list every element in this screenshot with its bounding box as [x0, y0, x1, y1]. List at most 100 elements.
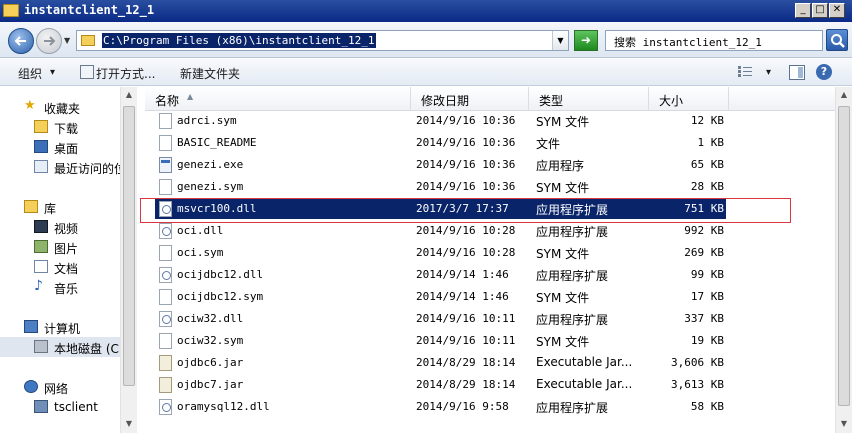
magnifier-icon	[831, 34, 845, 48]
file-name[interactable]: ocijdbc12.sym	[177, 290, 263, 303]
nav-computer[interactable]: 计算机	[0, 317, 120, 337]
close-button[interactable]: ✕	[829, 3, 845, 18]
column-date[interactable]: 修改日期	[411, 87, 529, 111]
preview-pane-icon[interactable]	[789, 65, 805, 80]
nav-pictures[interactable]: 图片	[0, 237, 120, 257]
organize-button[interactable]: 组织	[18, 65, 42, 82]
file-name[interactable]: BASIC_README	[177, 136, 256, 149]
address-path[interactable]: C:\Program Files (x86)\instantclient_12_…	[102, 33, 376, 48]
network-icon	[24, 380, 38, 393]
file-row[interactable]: ocijdbc12.dll 2014/9/14 1:46 应用程序扩展 99 KB	[145, 264, 835, 286]
file-row[interactable]: ocijdbc12.sym 2014/9/14 1:46 SYM 文件 17 KB	[145, 286, 835, 308]
column-size[interactable]: 大小	[649, 87, 729, 111]
file-row[interactable]: ojdbc6.jar 2014/8/29 18:14 Executable Jar.…	[145, 352, 835, 374]
back-button[interactable]	[8, 28, 34, 54]
file-icon	[159, 333, 172, 349]
address-input[interactable]: C:\Program Files (x86)\instantclient_12_…	[76, 30, 569, 51]
scroll-up-icon[interactable]: ▲	[836, 87, 852, 103]
go-button[interactable]: ➜	[574, 30, 598, 51]
column-type[interactable]: 类型	[529, 87, 649, 111]
file-row[interactable]: genezi.exe 2014/9/16 10:36 应用程序 65 KB	[145, 154, 835, 176]
maximize-button[interactable]: □	[812, 3, 828, 18]
help-icon[interactable]: ?	[816, 64, 832, 80]
nav-label: 网络	[44, 382, 69, 396]
file-size: 1 KB	[697, 136, 725, 149]
file-name[interactable]: genezi.sym	[177, 180, 243, 193]
download-folder-icon	[34, 120, 48, 133]
file-size: 3,613 KB	[671, 378, 724, 391]
file-date: 2014/9/14 1:46	[416, 268, 509, 281]
file-name[interactable]: oci.sym	[177, 246, 223, 259]
pane-splitter[interactable]	[137, 87, 145, 433]
scroll-up-icon[interactable]: ▲	[121, 87, 137, 103]
computer-icon	[24, 320, 38, 333]
file-icon	[159, 179, 172, 195]
nav-scroll-thumb[interactable]	[123, 106, 135, 386]
nav-videos[interactable]: 视频	[0, 217, 120, 237]
nav-recent-places[interactable]: 最近访问的位	[0, 157, 120, 177]
file-row[interactable]: ojdbc7.jar 2014/8/29 18:14 Executable Jar.…	[145, 374, 835, 396]
file-name[interactable]: ociw32.dll	[177, 312, 243, 325]
file-list-scrollbar[interactable]: ▲ ▼	[835, 87, 852, 433]
file-row[interactable]: BASIC_README 2014/9/16 10:36 文件 1 KB	[145, 132, 835, 154]
history-dropdown[interactable]: ▼	[64, 36, 70, 45]
search-input[interactable]: 搜索 instantclient_12_1	[605, 30, 823, 51]
file-name[interactable]: ojdbc6.jar	[177, 356, 243, 369]
file-name[interactable]: oramysql12.dll	[177, 400, 270, 413]
column-header: 名称 ▲ 修改日期 类型 大小	[145, 87, 835, 111]
file-date: 2014/8/29 18:14	[416, 356, 516, 369]
title-bar[interactable]: instantclient_12_1 _ □ ✕	[0, 0, 852, 22]
file-name[interactable]: oci.dll	[177, 224, 223, 237]
file-row[interactable]: oci.sym 2014/9/16 10:28 SYM 文件 269 KB	[145, 242, 835, 264]
address-dropdown-button[interactable]: ▼	[552, 31, 568, 50]
file-row[interactable]: adrci.sym 2014/9/16 10:36 SYM 文件 12 KB	[145, 110, 835, 132]
file-name[interactable]: ojdbc7.jar	[177, 378, 243, 391]
scroll-down-icon[interactable]: ▼	[121, 416, 137, 432]
nav-local-disk[interactable]: 本地磁盘 (C	[0, 337, 120, 357]
file-row[interactable]: oramysql12.dll 2014/9/16 9:58 应用程序扩展 58 KB	[145, 396, 835, 418]
forward-button[interactable]	[36, 28, 62, 54]
nav-tsclient[interactable]: tsclient	[0, 397, 120, 417]
file-type: SYM 文件	[536, 291, 590, 305]
nav-label: 音乐	[54, 282, 79, 296]
search-button[interactable]	[826, 29, 848, 51]
nav-libraries[interactable]: 库	[0, 197, 120, 217]
file-name[interactable]: adrci.sym	[177, 114, 237, 127]
file-size: 3,606 KB	[671, 356, 724, 369]
file-row[interactable]: oci.dll 2014/9/16 10:28 应用程序扩展 992 KB	[145, 220, 835, 242]
file-row[interactable]: genezi.sym 2014/9/16 10:36 SYM 文件 28 KB	[145, 176, 835, 198]
nav-documents[interactable]: 文档	[0, 257, 120, 277]
folder-icon	[3, 4, 19, 17]
open-with-button[interactable]: 打开方式...	[96, 65, 155, 82]
view-dropdown-icon[interactable]: ▾	[766, 67, 771, 78]
file-list-scroll-thumb[interactable]	[838, 106, 850, 406]
scroll-down-icon[interactable]: ▼	[836, 416, 852, 432]
jar-icon	[159, 355, 172, 371]
file-name[interactable]: ociw32.sym	[177, 334, 243, 347]
nav-scrollbar[interactable]: ▲ ▼	[120, 87, 137, 433]
column-name[interactable]: 名称 ▲	[145, 87, 411, 111]
document-icon	[34, 260, 48, 273]
nav-downloads[interactable]: 下载	[0, 117, 120, 137]
file-type: SYM 文件	[536, 247, 590, 261]
sort-ascending-icon: ▲	[187, 92, 194, 101]
file-row[interactable]: ociw32.sym 2014/9/16 10:11 SYM 文件 19 KB	[145, 330, 835, 352]
nav-network[interactable]: 网络	[0, 377, 120, 397]
window-title: instantclient_12_1	[24, 3, 155, 17]
view-options-icon[interactable]	[738, 66, 752, 78]
file-type: 应用程序扩展	[536, 401, 609, 415]
nav-music[interactable]: ♪ 音乐	[0, 277, 120, 297]
command-bar: 组织 ▾ 打开方式... 新建文件夹 ▾ ?	[0, 59, 852, 86]
file-name[interactable]: genezi.exe	[177, 158, 243, 171]
minimize-button[interactable]: _	[795, 3, 811, 18]
file-name[interactable]: ocijdbc12.dll	[177, 268, 263, 281]
nav-desktop[interactable]: 桌面	[0, 137, 120, 157]
file-row[interactable]: ociw32.dll 2014/9/16 10:11 应用程序扩展 337 KB	[145, 308, 835, 330]
recent-places-icon	[34, 160, 48, 173]
file-date: 2014/9/16 10:28	[416, 224, 516, 237]
file-date: 2014/9/16 10:11	[416, 334, 516, 347]
nav-favorites[interactable]: ★ 收藏夹	[0, 97, 120, 117]
new-folder-button[interactable]: 新建文件夹	[180, 65, 240, 82]
chevron-down-icon[interactable]: ▾	[50, 67, 55, 78]
file-type: Executable Jar...	[536, 355, 633, 369]
